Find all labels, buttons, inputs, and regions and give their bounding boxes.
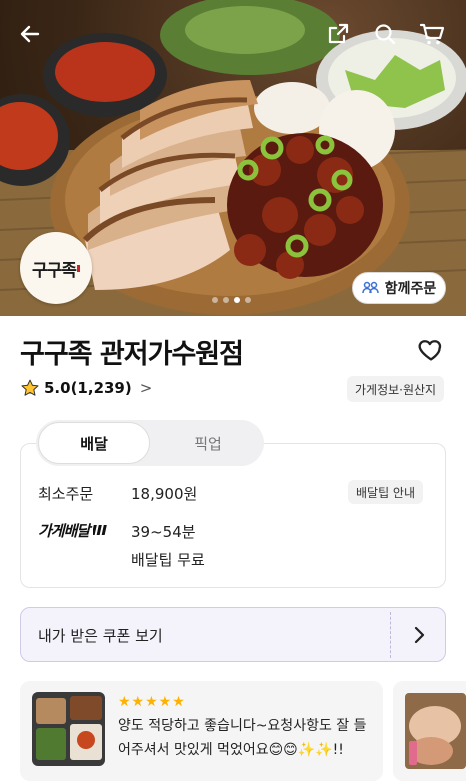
store-name: 구구족 관저가수원점 xyxy=(20,339,244,370)
coupon-divider xyxy=(390,612,391,658)
rating-value: 5.0(1,239) xyxy=(44,379,132,397)
tab-pickup[interactable]: 픽업 xyxy=(152,420,264,466)
hero-image: 구구족 함께주문 xyxy=(0,0,466,316)
carousel-dot xyxy=(223,297,229,303)
share-icon xyxy=(328,23,349,44)
store-delivery-brand: 가게배달 xyxy=(38,520,109,541)
coupon-open-button[interactable] xyxy=(408,624,430,646)
favorite-button[interactable] xyxy=(417,336,445,364)
chevron-right-icon: > xyxy=(139,379,153,397)
review-photo xyxy=(32,692,105,766)
search-icon xyxy=(375,24,396,45)
star-icon xyxy=(21,379,39,396)
store-delivery-label: 가게배달 xyxy=(38,522,90,540)
review-food-image xyxy=(32,692,105,766)
coupon-label: 내가 받은 쿠폰 보기 xyxy=(38,627,163,645)
delivery-tabs: 배달 픽업 xyxy=(36,420,264,466)
back-button[interactable] xyxy=(14,18,46,50)
delivery-tip-guide-button[interactable]: 배달팁 안내 xyxy=(348,480,424,504)
carousel-dot xyxy=(212,297,218,303)
review-text: 양도 적당하고 좋습니다~요청사항도 잘 들어주셔서 맛있게 먹었어요😊😊✨✨!… xyxy=(118,718,367,758)
arrow-left-icon xyxy=(20,25,40,43)
carousel-dot-active xyxy=(234,297,240,303)
delivery-tip: 배달팁 무료 xyxy=(131,551,205,569)
delivery-brand-mark-icon xyxy=(92,525,108,535)
heart-icon xyxy=(418,340,442,361)
tab-delivery[interactable]: 배달 xyxy=(38,422,150,464)
store-logo: 구구족 xyxy=(20,232,92,304)
rating-link[interactable]: 5.0(1,239) > xyxy=(20,378,152,398)
carousel-indicator xyxy=(212,297,251,303)
min-order-label: 최소주문 xyxy=(38,485,94,503)
group-order-label: 함께주문 xyxy=(384,281,437,297)
group-order-button[interactable]: 함께주문 xyxy=(352,272,446,304)
carousel-dot xyxy=(245,297,251,303)
cart-icon xyxy=(419,23,445,45)
min-order-value: 18,900원 xyxy=(131,485,198,503)
review-food-image-next xyxy=(405,693,466,769)
delivery-time: 39~54분 xyxy=(131,523,196,541)
chevron-right-icon xyxy=(414,626,425,644)
search-button[interactable] xyxy=(369,18,401,50)
review-card-next[interactable] xyxy=(393,681,466,781)
cart-button[interactable] xyxy=(416,18,448,50)
review-stars: ★★★★★ xyxy=(118,694,186,710)
share-button[interactable] xyxy=(322,18,354,50)
store-logo-text: 구구족 xyxy=(32,260,77,281)
group-people-icon xyxy=(361,281,379,294)
store-info-button[interactable]: 가게정보·원산지 xyxy=(347,376,445,402)
